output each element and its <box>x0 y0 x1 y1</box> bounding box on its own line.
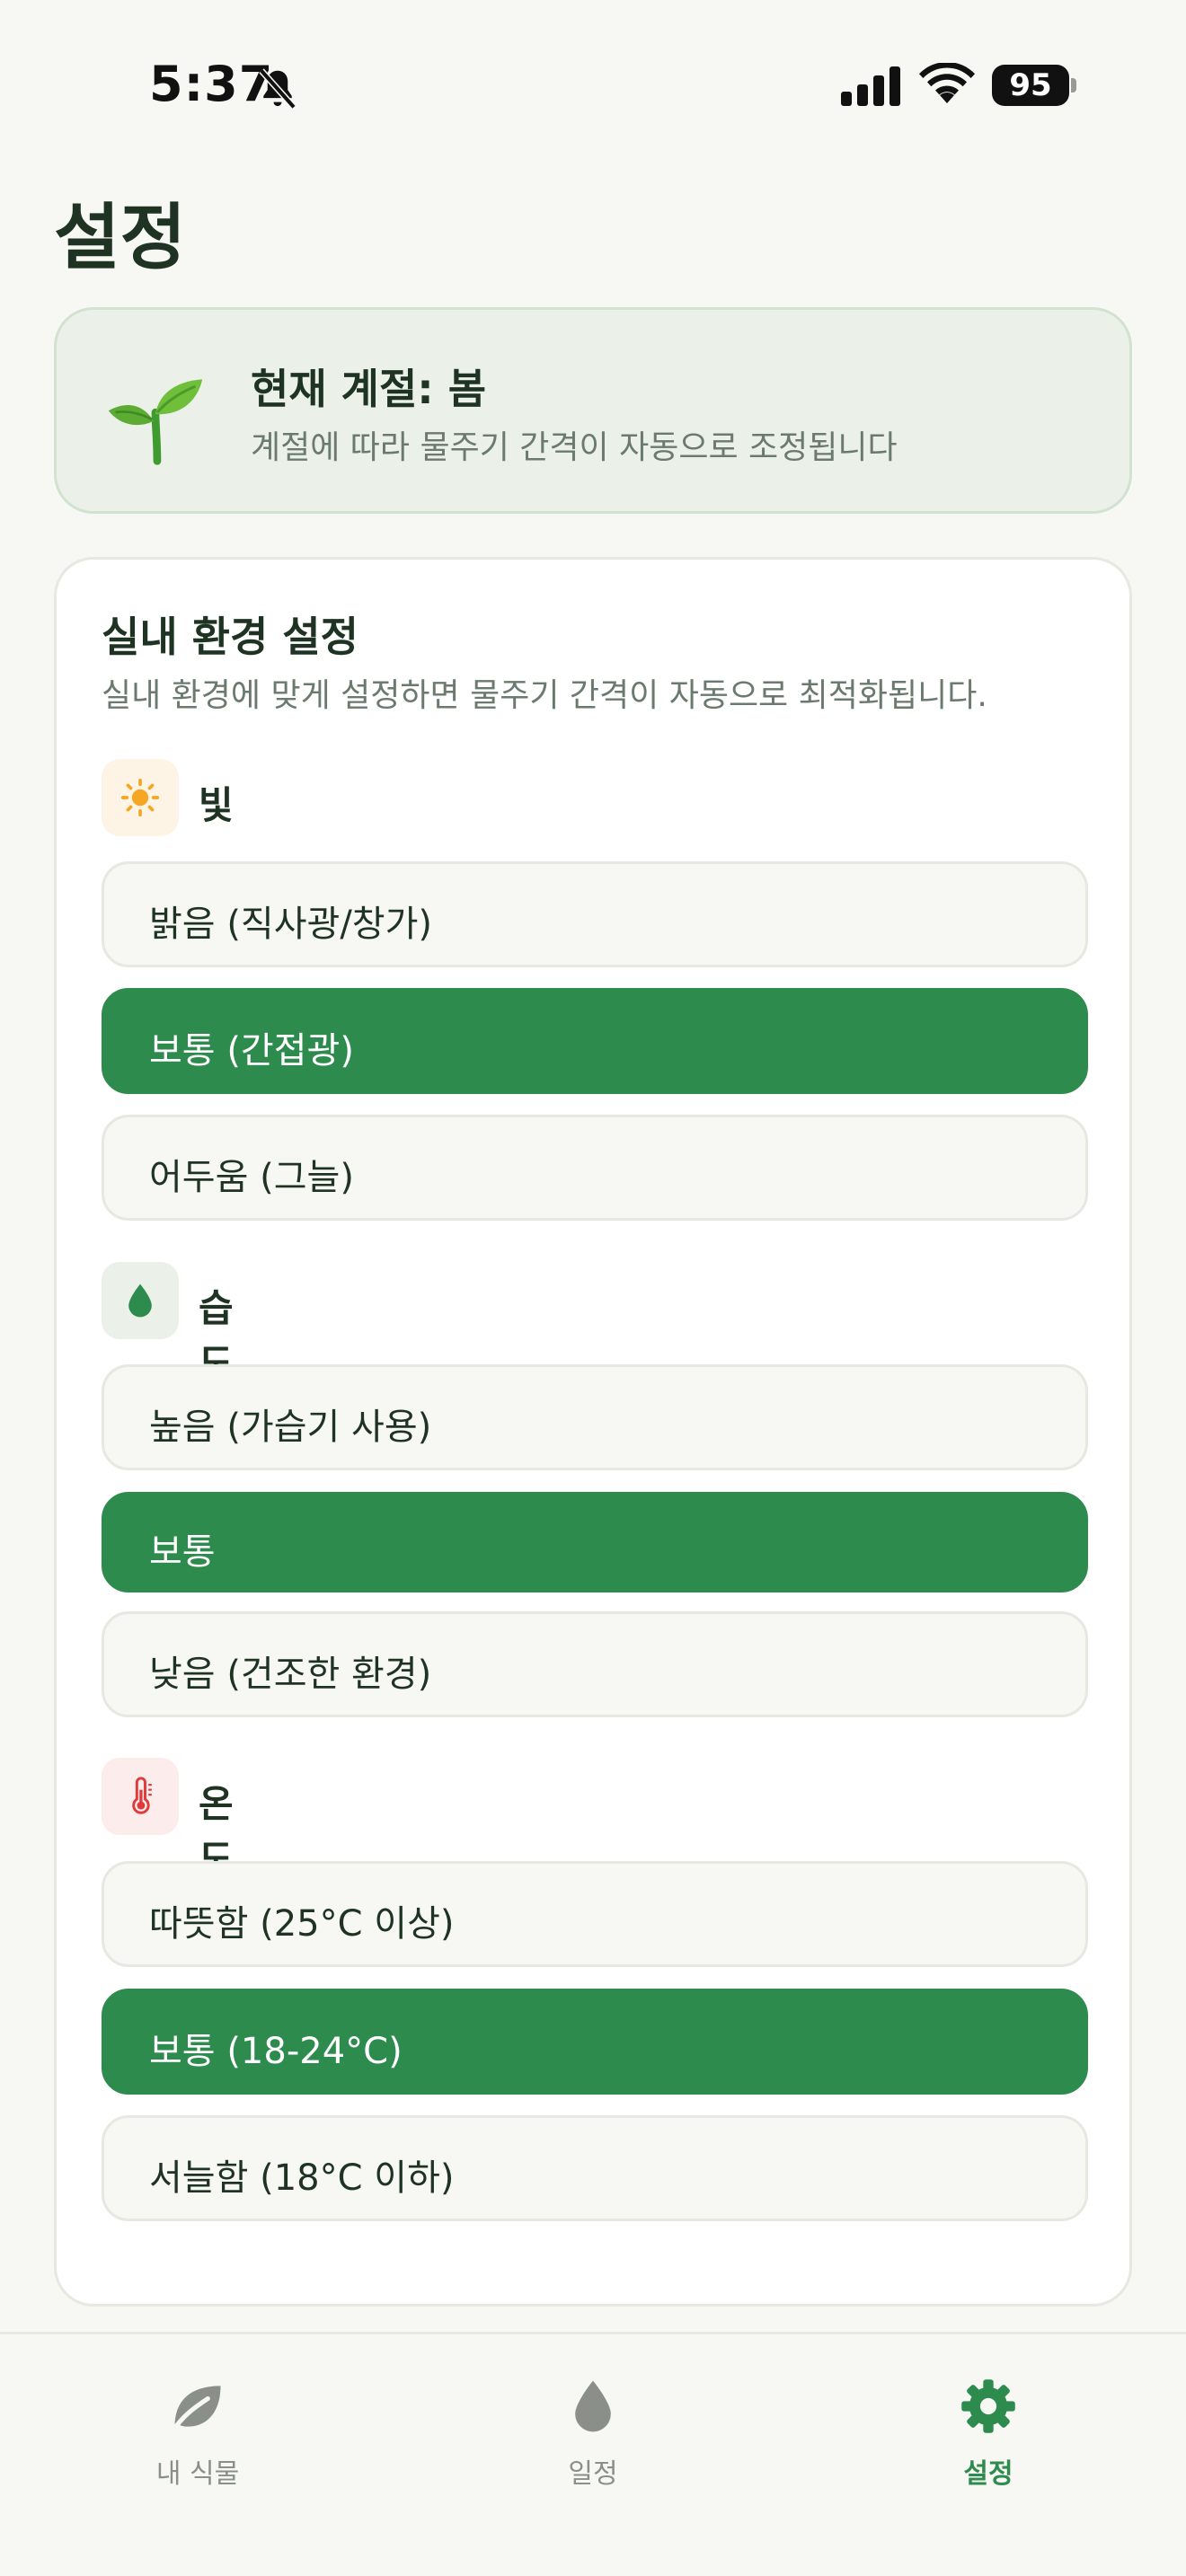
droplet-icon <box>575 2380 611 2432</box>
tab-schedule[interactable]: 일정 <box>485 2376 701 2501</box>
option-light-dark[interactable]: 어두움 (그늘) <box>102 1115 1088 1221</box>
tab-settings[interactable]: 설정 <box>881 2376 1096 2501</box>
battery-indicator: 95 <box>992 65 1076 106</box>
option-label: 밝음 (직사광/창가) <box>149 904 433 945</box>
option-label: 보통 (18-24°C) <box>149 2031 403 2072</box>
option-temperature-normal[interactable]: 보통 (18-24°C) <box>102 1989 1088 2095</box>
environment-description: 실내 환경에 맞게 설정하면 물주기 간격이 자동으로 최적화됩니다. <box>102 677 987 714</box>
option-temperature-warm[interactable]: 따뜻함 (25°C 이상) <box>102 1861 1088 1967</box>
tab-label: 내 식물 <box>155 2458 240 2490</box>
thermometer-icon-badge <box>102 1758 179 1835</box>
option-humidity-low[interactable]: 낮음 (건조한 환경) <box>102 1611 1088 1717</box>
page-title: 설정 <box>54 196 187 279</box>
option-light-normal[interactable]: 보통 (간접광) <box>102 988 1088 1094</box>
option-label: 따뜻함 (25°C 이상) <box>149 1903 455 1945</box>
option-label: 어두움 (그늘) <box>149 1157 354 1198</box>
battery-level: 95 <box>992 65 1069 106</box>
status-bar: 5:37 95 <box>0 0 1186 171</box>
option-humidity-high[interactable]: 높음 (가습기 사용) <box>102 1364 1088 1470</box>
sprout-icon <box>108 379 203 465</box>
wifi-icon <box>919 63 975 103</box>
droplet-icon <box>128 1284 152 1318</box>
option-temperature-cool[interactable]: 서늘함 (18°C 이하) <box>102 2115 1088 2221</box>
tab-my-plants[interactable]: 내 식물 <box>90 2376 305 2501</box>
tab-label: 설정 <box>963 2458 1013 2490</box>
sun-icon-badge <box>102 759 179 836</box>
option-label: 보통 (간접광) <box>149 1030 354 1072</box>
option-label: 보통 <box>149 1531 216 1573</box>
season-card: 현재 계절: 봄 계절에 따라 물주기 간격이 자동으로 조정됩니다 <box>54 307 1132 514</box>
section-label-light: 빛 <box>199 783 234 827</box>
environment-title: 실내 환경 설정 <box>102 613 358 661</box>
option-light-bright[interactable]: 밝음 (직사광/창가) <box>102 861 1088 967</box>
season-description: 계절에 따라 물주기 간격이 자동으로 조정됩니다 <box>251 429 898 466</box>
option-label: 높음 (가습기 사용) <box>149 1407 432 1448</box>
bottom-tab-bar: 내 식물 일정 설정 <box>0 2332 1186 2576</box>
cellular-signal-icon <box>841 66 900 106</box>
season-title: 현재 계절: 봄 <box>251 365 487 413</box>
thermometer-icon <box>132 1777 152 1814</box>
tab-label: 일정 <box>568 2458 618 2490</box>
leaf-icon <box>170 2386 221 2434</box>
gear-icon <box>961 2379 1015 2433</box>
option-label: 낮음 (건조한 환경) <box>149 1654 432 1695</box>
bell-muted-icon <box>259 68 296 110</box>
option-label: 서늘함 (18°C 이하) <box>149 2157 455 2199</box>
battery-tip <box>1071 78 1076 93</box>
sun-icon <box>120 778 160 817</box>
option-humidity-normal[interactable]: 보통 <box>102 1492 1088 1592</box>
droplet-icon-badge <box>102 1262 179 1339</box>
environment-settings-card: 실내 환경 설정 실내 환경에 맞게 설정하면 물주기 간격이 자동으로 최적화… <box>54 557 1132 2307</box>
